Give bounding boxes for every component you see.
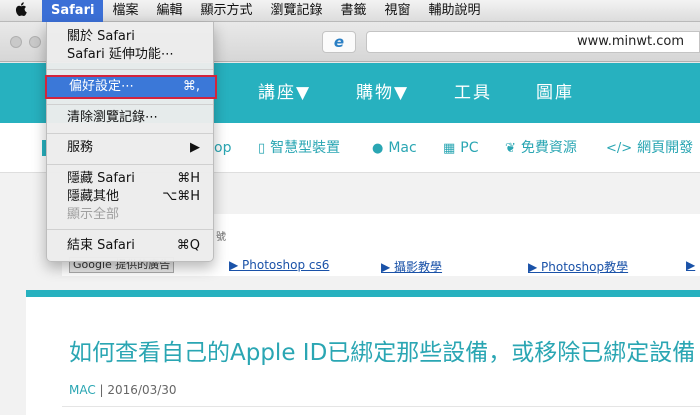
article-category-link[interactable]: MAC	[69, 383, 96, 397]
category-label: 智慧型裝置	[270, 140, 341, 156]
menu-item-label: 隱藏 Safari	[67, 171, 135, 186]
menu-item-shortcut: ⌥⌘H	[162, 189, 200, 204]
menu-item-quit-safari[interactable]: 結束 Safari ⌘Q	[47, 237, 213, 255]
menu-item-shortcut: ⌘H	[177, 171, 200, 186]
nav-gallery[interactable]: 圖庫	[536, 63, 574, 123]
menu-bookmarks[interactable]: 書籤	[332, 0, 376, 22]
category-pc[interactable]: ▦ PC	[443, 123, 479, 173]
menu-view[interactable]: 顯示方式	[191, 0, 261, 22]
menu-item-clear-history[interactable]: 清除瀏覽記錄⋯	[47, 109, 213, 127]
menu-item-preferences[interactable]: 偏好設定⋯ ⌘,	[45, 75, 217, 99]
ad-link-photoshop-tutorial[interactable]: ▶ Photoshop教學	[528, 258, 628, 275]
menu-item-hide-safari[interactable]: 隱藏 Safari ⌘H	[47, 170, 213, 188]
apple-icon: ●	[372, 141, 384, 156]
menu-item-services[interactable]: 服務 ▶	[47, 139, 213, 157]
nav-lectures[interactable]: 講座▼	[258, 63, 311, 123]
category-mac[interactable]: ● Mac	[372, 123, 417, 173]
ad-link-partial[interactable]: ▶	[686, 258, 695, 272]
menu-item-label: 服務	[67, 140, 94, 155]
menu-item-hide-others[interactable]: 隱藏其他 ⌥⌘H	[47, 188, 213, 206]
ad-link-photography[interactable]: ▶ 攝影教學	[381, 258, 442, 275]
menu-item-about-safari[interactable]: 關於 Safari	[47, 28, 213, 46]
ad-link-photoshop-cs6[interactable]: ▶ Photoshop cs6	[229, 258, 329, 272]
category-web-dev[interactable]: </> 網頁開發	[606, 123, 693, 173]
menu-item-label: 結束 Safari	[67, 238, 135, 253]
divider	[62, 406, 700, 407]
address-bar[interactable]: www.minwt.com	[366, 31, 700, 53]
menu-item-safari-extensions[interactable]: Safari 延伸功能⋯	[47, 46, 213, 64]
menu-item-label: Safari 延伸功能⋯	[67, 47, 174, 62]
menu-item-label: 偏好設定⋯	[69, 79, 135, 94]
close-window-icon[interactable]	[10, 36, 22, 48]
article-top-bar	[26, 290, 700, 297]
menu-item-label: 顯示全部	[67, 207, 120, 222]
menu-help[interactable]: 輔助說明	[420, 0, 490, 22]
apple-logo-icon[interactable]	[0, 1, 42, 20]
menu-separator	[47, 104, 213, 105]
menu-item-show-all: 顯示全部	[47, 206, 213, 224]
category-label: Mac	[388, 140, 417, 156]
code-icon: </>	[606, 141, 633, 156]
category-label: 免費資源	[520, 140, 577, 156]
category-label: PC	[460, 140, 479, 156]
article-title[interactable]: 如何查看自己的Apple ID已綁定那些設備，或移除已綁定設備	[69, 333, 695, 367]
menu-window[interactable]: 視窗	[376, 0, 420, 22]
category-smart-devices[interactable]: ▯ 智慧型裝置	[258, 123, 340, 173]
mac-menu-bar: Safari 檔案 編輯 顯示方式 瀏覽記錄 書籤 視窗 輔助說明	[0, 0, 700, 22]
safari-menu-dropdown: 關於 Safari Safari 延伸功能⋯ 偏好設定⋯ ⌘, 清除瀏覽記錄⋯ …	[45, 22, 217, 262]
menu-edit[interactable]: 編輯	[147, 0, 191, 22]
menu-item-label: 清除瀏覽記錄⋯	[67, 110, 159, 125]
menu-item-shortcut: ⌘,	[182, 79, 200, 94]
nav-shopping[interactable]: 購物▼	[356, 63, 409, 123]
submenu-arrow-icon: ▶	[190, 140, 200, 155]
leaf-icon: ❦	[505, 141, 516, 156]
menu-separator	[47, 133, 213, 134]
menu-item-label: 隱藏其他	[67, 189, 120, 204]
article-date: | 2016/03/30	[95, 383, 177, 397]
minimize-window-icon[interactable]	[29, 36, 41, 48]
mobile-icon: ▯	[258, 141, 266, 156]
menu-safari[interactable]: Safari	[42, 0, 104, 22]
category-partial[interactable]: op	[214, 123, 231, 173]
category-label: 網頁開發	[637, 140, 694, 156]
nav-tools[interactable]: 工具	[454, 63, 492, 123]
menu-separator	[47, 69, 213, 70]
ie-extension-icon[interactable]: e	[322, 31, 356, 53]
menu-item-shortcut: ⌘Q	[176, 238, 200, 253]
menu-separator	[47, 164, 213, 165]
windows-icon: ▦	[443, 141, 456, 156]
menu-file[interactable]: 檔案	[103, 0, 147, 22]
menu-history[interactable]: 瀏覽記錄	[261, 0, 331, 22]
article-meta: MAC | 2016/03/30	[69, 383, 177, 397]
ad-header-partial: 號	[216, 232, 226, 243]
category-free-resources[interactable]: ❦ 免費資源	[505, 123, 577, 173]
menu-separator	[47, 229, 213, 230]
menu-item-label: 關於 Safari	[67, 29, 135, 44]
